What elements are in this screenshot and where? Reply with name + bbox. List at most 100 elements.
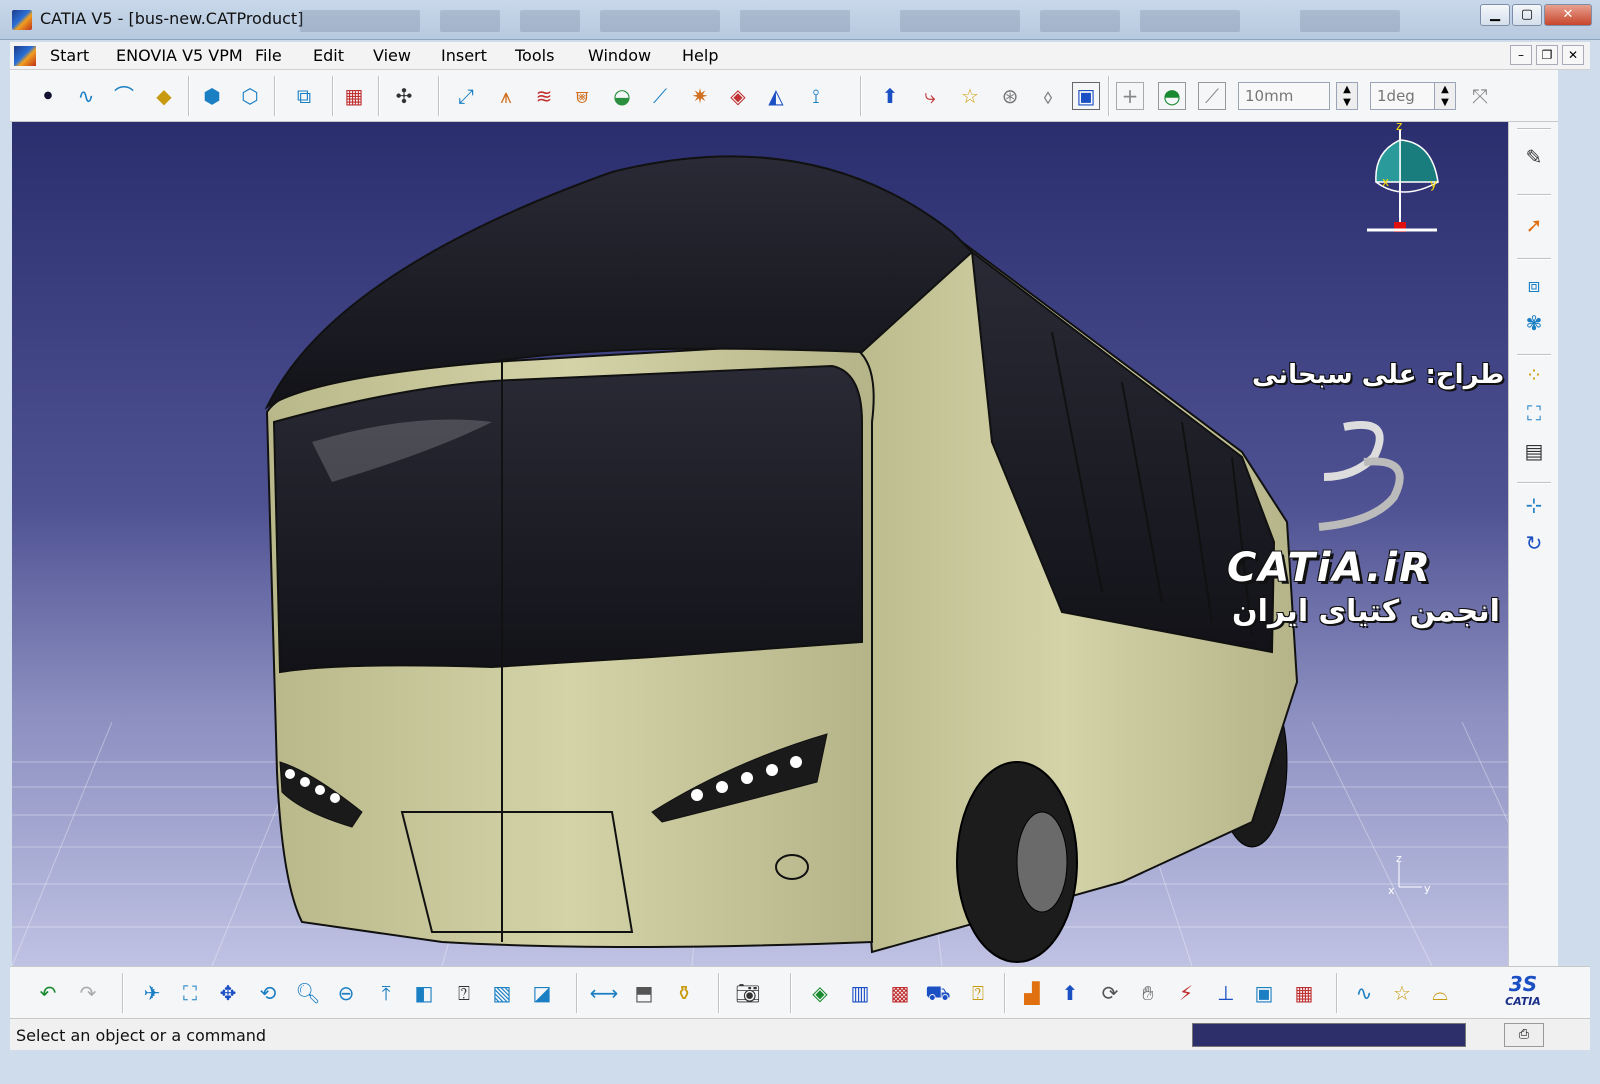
cycle-icon[interactable]: ⟳	[1096, 979, 1124, 1007]
wireframe-icon[interactable]: ☆	[956, 82, 984, 110]
zoom-in-icon[interactable]: 🔍︎	[294, 979, 322, 1007]
rotate-icon[interactable]: ↻	[1519, 528, 1549, 558]
join-icon[interactable]: ⧉	[290, 82, 318, 110]
brush-icon[interactable]: ✎	[1519, 142, 1549, 172]
gauge-icon[interactable]: ◓	[1158, 82, 1186, 110]
undo-icon[interactable]: ↶	[34, 979, 62, 1007]
doc-restore-button[interactable]: ❐	[1536, 45, 1558, 65]
step-field[interactable]: 10mm	[1238, 82, 1330, 110]
snap-icon[interactable]: ⟋	[1198, 82, 1226, 110]
curve-icon[interactable]: ∿	[1350, 979, 1378, 1007]
menu-window[interactable]: Window	[588, 46, 651, 65]
fill-icon[interactable]: ◒	[608, 82, 636, 110]
arc-icon[interactable]: ⌒	[110, 82, 138, 110]
zoom-out-icon[interactable]: ⊖	[332, 979, 360, 1007]
menu-start[interactable]: Start	[50, 46, 89, 65]
table-icon[interactable]: ▤	[1519, 436, 1549, 466]
blurred-taskbar-item	[740, 10, 850, 32]
minimize-button[interactable]: ▁	[1480, 4, 1510, 26]
symmetry-icon[interactable]: ⬆	[876, 82, 904, 110]
iso-view-icon[interactable]: ◧	[410, 979, 438, 1007]
bow-icon[interactable]: ⌓	[1426, 979, 1454, 1007]
pan-icon[interactable]: ✥	[214, 979, 242, 1007]
menu-help[interactable]: Help	[682, 46, 718, 65]
inertia-icon[interactable]: ⚱	[670, 979, 698, 1007]
shape-icon[interactable]: ◭	[762, 82, 790, 110]
robot-icon[interactable]: ⤧	[1466, 82, 1494, 110]
close-button[interactable]: ✕	[1544, 4, 1592, 26]
scene-icon[interactable]: ▩	[886, 979, 914, 1007]
mesh-icon[interactable]: ◈	[724, 82, 752, 110]
capture-icon[interactable]: 📷︎	[734, 979, 762, 1007]
status-action-button[interactable]: ⎙	[1504, 1023, 1544, 1047]
assembly-icon[interactable]: ▟	[1018, 979, 1046, 1007]
query-icon[interactable]: ⍰	[964, 979, 992, 1007]
document-icon[interactable]	[14, 46, 36, 66]
normal-view-icon[interactable]: ⤒	[372, 979, 400, 1007]
sweep-icon[interactable]: ✷	[686, 82, 714, 110]
spline-icon[interactable]: ∿	[72, 82, 100, 110]
catalog-icon[interactable]: ◈	[806, 979, 834, 1007]
surface-curvature-icon[interactable]: ⩐	[568, 82, 596, 110]
simulation-icon[interactable]: ⛟	[924, 979, 952, 1007]
extrapolate-icon[interactable]: ⬨	[1034, 82, 1062, 110]
fly-mode-icon[interactable]: ✈	[138, 979, 166, 1007]
angle-spinner[interactable]: ▲ ▼	[1434, 82, 1456, 110]
reorder-icon[interactable]: ⬆	[1056, 979, 1084, 1007]
porcupine-icon[interactable]: ⩚	[492, 82, 520, 110]
axis-z-label: z	[1396, 852, 1402, 865]
redo-icon[interactable]: ↷	[74, 979, 102, 1007]
menu-tools[interactable]: Tools	[515, 46, 554, 65]
catia-app-icon[interactable]	[12, 10, 32, 30]
box-icon[interactable]: ▣	[1250, 979, 1278, 1007]
plane-icon[interactable]: ◆	[150, 82, 178, 110]
grid-icon[interactable]: ▦	[1290, 979, 1318, 1007]
add-icon[interactable]: +	[1116, 82, 1144, 110]
command-input[interactable]	[1192, 1023, 1466, 1047]
measure-item-icon[interactable]: ⬒	[630, 979, 658, 1007]
dimension-icon[interactable]: ⁘	[1519, 360, 1549, 390]
light-icon[interactable]: ⟟	[802, 82, 830, 110]
menu-insert[interactable]: Insert	[441, 46, 487, 65]
menu-file[interactable]: File	[255, 46, 282, 65]
doc-minimize-button[interactable]: –	[1510, 45, 1532, 65]
draft-analysis-icon[interactable]: ≋	[530, 82, 558, 110]
manipulator-icon[interactable]: ✣	[390, 82, 418, 110]
clash-icon[interactable]: ⚡︎	[1172, 979, 1200, 1007]
status-bar: Select an object or a command ⎙	[10, 1018, 1590, 1050]
blend-icon[interactable]: ⟋	[646, 82, 674, 110]
rotate-view-icon[interactable]: ⟲	[254, 979, 282, 1007]
compass-widget[interactable]: z x y	[1362, 122, 1442, 242]
3d-viewport[interactable]: z x y z x y طراح: علی سبحانی CATiA.iR ان…	[12, 122, 1508, 966]
axis-system-icon[interactable]: ⊥	[1212, 979, 1240, 1007]
render-style-icon[interactable]: ⍰	[450, 979, 478, 1007]
fit-all-icon[interactable]: ⛶	[176, 979, 204, 1007]
extrude-icon[interactable]: ⬢	[198, 82, 226, 110]
revolve-icon[interactable]: ⬡	[236, 82, 264, 110]
angle-field[interactable]: 1deg	[1370, 82, 1438, 110]
swap-space-icon[interactable]: ◪	[528, 979, 556, 1007]
select-arrow-icon[interactable]: ➚	[1519, 210, 1549, 240]
windshield	[272, 364, 863, 674]
step-spinner[interactable]: ▲ ▼	[1336, 82, 1358, 110]
layers-icon[interactable]: ⧈	[1519, 270, 1549, 300]
constraint-icon[interactable]: ✾	[1519, 308, 1549, 338]
measure-icon[interactable]: ⊹	[1519, 490, 1549, 520]
grid-surface-icon[interactable]: ▦	[340, 82, 368, 110]
point-icon[interactable]: ●	[34, 82, 62, 110]
menu-enovia[interactable]: ENOVIA V5 VPM	[116, 46, 243, 65]
grab-icon[interactable]: ✋︎	[1134, 979, 1162, 1007]
doc-close-button[interactable]: ✕	[1562, 45, 1584, 65]
maximize-button[interactable]: ▢	[1512, 4, 1542, 26]
view-frame-icon[interactable]: ▣	[1072, 82, 1100, 110]
star-shape-icon[interactable]: ☆	[1388, 979, 1416, 1007]
menu-view[interactable]: View	[373, 46, 411, 65]
measure-between-icon[interactable]: ⟷	[590, 979, 619, 1007]
hide-show-icon[interactable]: ▧	[488, 979, 516, 1007]
explode-icon[interactable]: ⛶	[1519, 398, 1549, 428]
split-icon[interactable]: ⤷	[916, 82, 944, 110]
curve-analysis-icon[interactable]: ⤢	[452, 82, 480, 110]
offset-icon[interactable]: ⊛	[996, 82, 1024, 110]
spreadsheet-icon[interactable]: ▥	[846, 979, 874, 1007]
menu-edit[interactable]: Edit	[313, 46, 344, 65]
